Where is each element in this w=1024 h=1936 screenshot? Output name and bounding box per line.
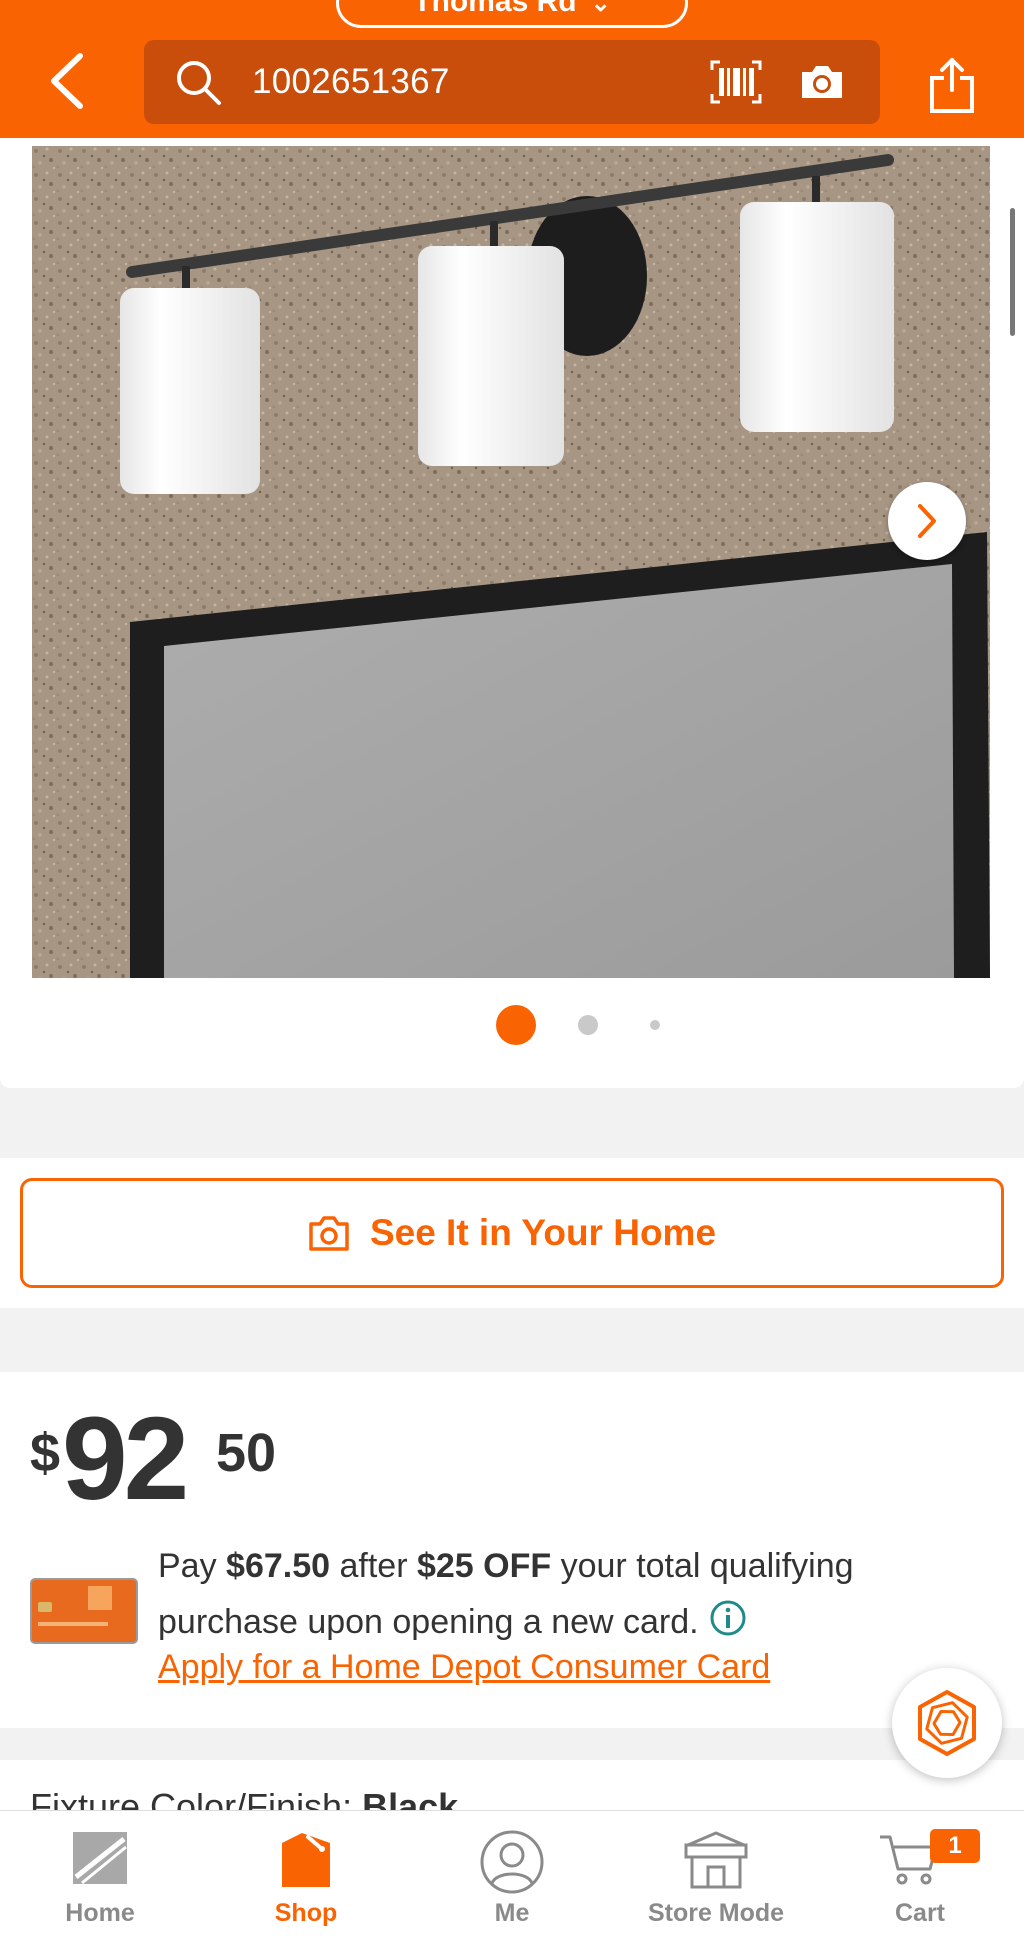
credit-card-image bbox=[30, 1578, 138, 1644]
top-bar: Thomas Rd ⌄ 1002651367 bbox=[0, 0, 1024, 138]
pagination-dot-active[interactable] bbox=[496, 1005, 536, 1045]
see-it-in-your-home-button[interactable]: See It in Your Home bbox=[20, 1178, 1004, 1288]
home-depot-logo-icon bbox=[71, 1830, 129, 1886]
nav-me[interactable]: Me bbox=[432, 1811, 592, 1936]
vanity-light-photo bbox=[32, 146, 990, 978]
next-image-button[interactable] bbox=[888, 482, 966, 560]
price-currency: $ bbox=[30, 1423, 61, 1483]
chevron-right-icon bbox=[918, 504, 936, 538]
chat-assistant-button[interactable] bbox=[892, 1668, 1002, 1778]
ar-section: See It in Your Home bbox=[0, 1158, 1024, 1308]
promo-pay-prefix: Pay bbox=[158, 1547, 227, 1585]
nav-shop[interactable]: Shop bbox=[226, 1811, 386, 1936]
cart-count-badge: 1 bbox=[930, 1829, 980, 1863]
store-name: Thomas Rd bbox=[413, 0, 577, 18]
nav-cart-label: Cart bbox=[894, 1899, 945, 1927]
nav-me-label: Me bbox=[494, 1899, 530, 1927]
nav-home[interactable]: Home bbox=[20, 1811, 180, 1936]
scrollbar[interactable] bbox=[1010, 208, 1015, 336]
bottom-navigation: Home Shop Me Store Mode 1 Cart bbox=[0, 1810, 1024, 1936]
chevron-left-icon bbox=[51, 53, 83, 109]
nav-cart[interactable]: 1 Cart bbox=[840, 1811, 1000, 1936]
share-icon[interactable] bbox=[928, 56, 976, 114]
promo-after-text: after bbox=[330, 1547, 417, 1585]
see-it-in-your-home-label: See It in Your Home bbox=[369, 1212, 717, 1253]
nav-store-mode-label: Store Mode bbox=[647, 1899, 785, 1927]
store-selector[interactable]: Thomas Rd ⌄ bbox=[336, 0, 688, 28]
product-image-gallery[interactable] bbox=[0, 138, 1024, 1088]
price-dollars: 92 bbox=[62, 1393, 189, 1525]
card-promo-text: Pay $67.50 after $25 OFF your total qual… bbox=[158, 1538, 978, 1650]
promo-discount: $25 OFF bbox=[416, 1547, 552, 1585]
search-input[interactable]: 1002651367 bbox=[252, 62, 450, 102]
user-icon bbox=[480, 1830, 544, 1894]
promo-pay-amount: $67.50 bbox=[226, 1547, 331, 1585]
chevron-down-icon: ⌄ bbox=[590, 0, 611, 17]
price-section: $ 92 50 Pay $67.50 after $25 OFF your to… bbox=[0, 1372, 1024, 1728]
pagination-dot[interactable] bbox=[650, 1020, 660, 1030]
barcode-scan-icon[interactable] bbox=[710, 60, 762, 104]
store-icon bbox=[684, 1831, 748, 1889]
shop-bag-icon bbox=[282, 1833, 330, 1887]
pagination-dot[interactable] bbox=[578, 1015, 598, 1035]
search-bar[interactable]: 1002651367 bbox=[144, 40, 880, 124]
camera-ar-icon bbox=[309, 1216, 349, 1251]
nav-store-mode[interactable]: Store Mode bbox=[636, 1811, 796, 1936]
price-cents: 50 bbox=[216, 1423, 277, 1483]
product-image[interactable] bbox=[32, 146, 990, 978]
nav-shop-label: Shop bbox=[274, 1899, 338, 1927]
back-button[interactable] bbox=[44, 50, 90, 112]
nav-home-label: Home bbox=[65, 1899, 135, 1927]
chat-hexagon-icon bbox=[918, 1690, 976, 1756]
search-icon bbox=[177, 61, 221, 105]
gallery-pagination bbox=[0, 1000, 1024, 1050]
camera-icon[interactable] bbox=[798, 62, 846, 102]
apply-card-link[interactable]: Apply for a Home Depot Consumer Card bbox=[158, 1648, 770, 1687]
info-icon[interactable] bbox=[709, 1599, 747, 1637]
